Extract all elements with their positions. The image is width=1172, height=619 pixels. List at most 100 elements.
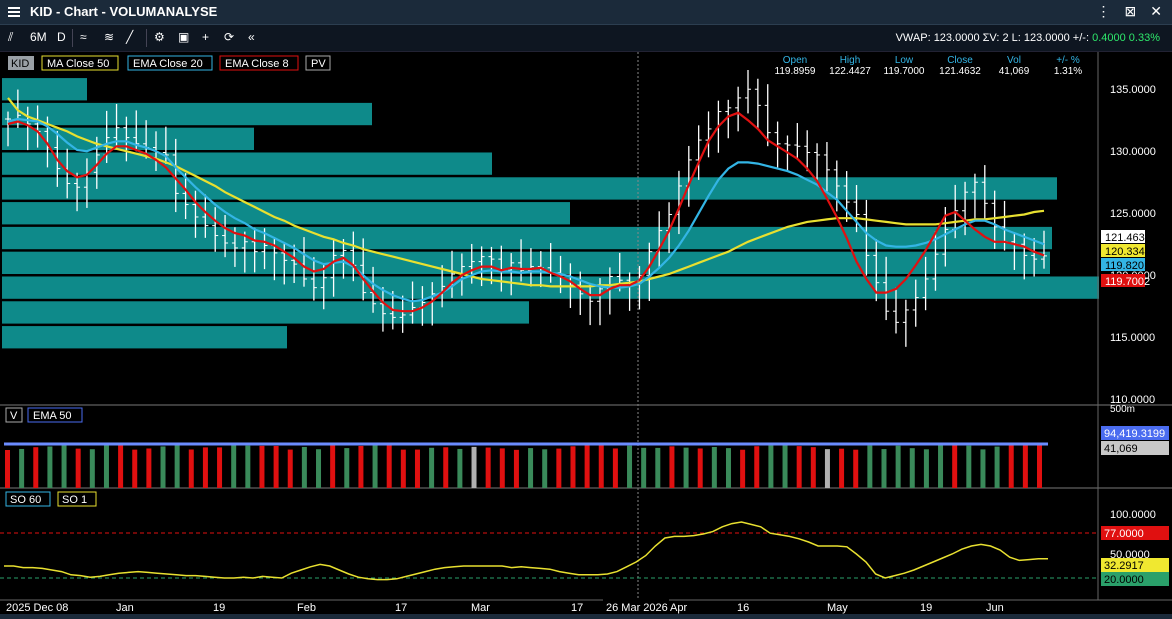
volume-bar [895, 445, 901, 488]
x-label: Feb [297, 602, 316, 614]
svg-text:Vol: Vol [1007, 55, 1021, 66]
x-label: Mar [471, 602, 490, 614]
volume-bar [429, 447, 435, 488]
volume-bar [217, 447, 223, 488]
hamburger-menu-icon[interactable] [8, 5, 20, 19]
period-selector[interactable]: 6M [30, 30, 47, 44]
settings-icon[interactable]: ⚙ [154, 30, 165, 44]
volume-bar [867, 445, 873, 488]
volume-bar [485, 447, 491, 488]
svg-text:1.31%: 1.31% [1054, 66, 1082, 77]
legend-ema8: EMA Close 8 [225, 58, 289, 70]
volume-bar [952, 445, 958, 488]
volume-bar [443, 447, 449, 488]
legend-pv: PV [311, 58, 326, 70]
vwap-readout: VWAP: 123.0000 ΣV: 2 L: 123.0000 +/-: 0.… [895, 32, 1160, 44]
draw-line-icon[interactable]: ╱ [126, 30, 133, 44]
x-label: 19 [213, 602, 225, 614]
volume-bar [400, 449, 406, 488]
volume-bar [287, 449, 293, 488]
volume-bar [414, 449, 420, 488]
pin-icon[interactable]: ⊠ [1125, 3, 1137, 20]
volume-bar [923, 449, 929, 488]
volume-profile-band [2, 102, 372, 126]
volume-bar [358, 445, 364, 488]
x-label: Apr [670, 602, 687, 614]
volume-bar [160, 446, 166, 488]
volume-profile-band [2, 152, 492, 175]
volume-bar [725, 448, 731, 488]
volume-value: 41,069 [1104, 443, 1138, 455]
volume-bar [372, 444, 378, 488]
volume-profile-band [2, 177, 1057, 200]
volume-bar [174, 444, 180, 488]
so20-value: 20.0000 [1104, 574, 1144, 586]
add-icon[interactable]: + [202, 30, 209, 44]
volume-bar [1008, 444, 1014, 488]
svg-text:121.4632: 121.4632 [939, 66, 981, 77]
x-label: 19 [920, 602, 932, 614]
volume-bar [683, 447, 689, 488]
volume-bar [627, 445, 633, 488]
volume-bar [330, 444, 336, 488]
chart-toolbar: ⫽ 6M D ≈ ≋ ╱ ⚙ ▣ + ⟳ « VWAP: 123.0000 ΣV… [0, 25, 1172, 52]
volume-bar [839, 448, 845, 488]
volume-bar [202, 447, 208, 488]
volume-ema-value: 94,419.3199 [1104, 428, 1165, 440]
ma50-value-label: 120.3347 [1105, 246, 1151, 258]
volume-bar [669, 446, 675, 488]
volume-bar [966, 445, 972, 488]
scrollbar[interactable] [0, 614, 1172, 619]
volume-bar [89, 449, 95, 488]
volume-bar [810, 447, 816, 488]
legend-ma50: MA Close 50 [47, 58, 109, 70]
title-bar: KID - Chart - VOLUMANALYSE ⋮ ⊠ ✕ [0, 0, 1172, 25]
x-label: May [827, 602, 848, 614]
volume-bar [641, 447, 647, 488]
chart-type-icon[interactable]: ⫽ [8, 30, 13, 45]
crosshair-date-label: 26 Mar 2026 [606, 602, 668, 614]
volume-bar [1037, 444, 1042, 488]
volume-bar [556, 448, 562, 488]
template-icon[interactable]: ▣ [178, 30, 189, 44]
x-label: 16 [737, 602, 749, 614]
x-label: Jan [116, 602, 134, 614]
ema8-value-label: 119.7002 [1105, 276, 1150, 288]
volume-bar [118, 445, 124, 488]
svg-text:119.8959: 119.8959 [775, 66, 816, 77]
svg-text:41,069: 41,069 [999, 66, 1030, 77]
indicator-icon[interactable]: ≈ [80, 30, 87, 44]
svg-text:122.4427: 122.4427 [829, 66, 871, 77]
volume-bar [754, 446, 760, 488]
legend-ema20: EMA Close 20 [133, 58, 203, 70]
volume-bar [499, 448, 505, 488]
study-icon[interactable]: ≋ [104, 30, 114, 44]
tick-label: 115.0000 [1110, 332, 1155, 344]
x-label: Jun [986, 602, 1004, 614]
window-title: KID - Chart - VOLUMANALYSE [30, 4, 218, 19]
symbol-label: KID [11, 58, 29, 70]
volume-bar [655, 447, 661, 488]
so1-value: 32.2917 [1104, 560, 1144, 572]
interval-selector[interactable]: D [57, 30, 66, 44]
svg-text:SO 60: SO 60 [10, 494, 41, 506]
volume-bar [301, 446, 307, 488]
volume-profile-band [2, 301, 529, 324]
volume-bar [542, 449, 548, 488]
volume-profile-band [2, 78, 87, 101]
close-icon[interactable]: ✕ [1150, 3, 1162, 20]
tick-label: 125.0000 [1110, 208, 1156, 220]
more-options-icon[interactable]: ⋮ [1097, 3, 1111, 20]
so60-value: 77.0000 [1104, 528, 1144, 540]
x-label: 17 [395, 602, 407, 614]
volume-bar [1022, 444, 1028, 488]
volume-bar [5, 450, 10, 488]
svg-text:Low: Low [895, 55, 914, 66]
chart-legend: KID MA Close 50 EMA Close 20 EMA Close 8… [8, 55, 331, 71]
volume-bar [33, 447, 39, 488]
volume-bar [61, 445, 67, 488]
volume-bar [768, 445, 774, 488]
chart-area[interactable]: KID MA Close 50 EMA Close 20 EMA Close 8… [0, 52, 1172, 619]
refresh-icon[interactable]: ⟳ [224, 30, 234, 44]
collapse-icon[interactable]: « [248, 30, 255, 44]
